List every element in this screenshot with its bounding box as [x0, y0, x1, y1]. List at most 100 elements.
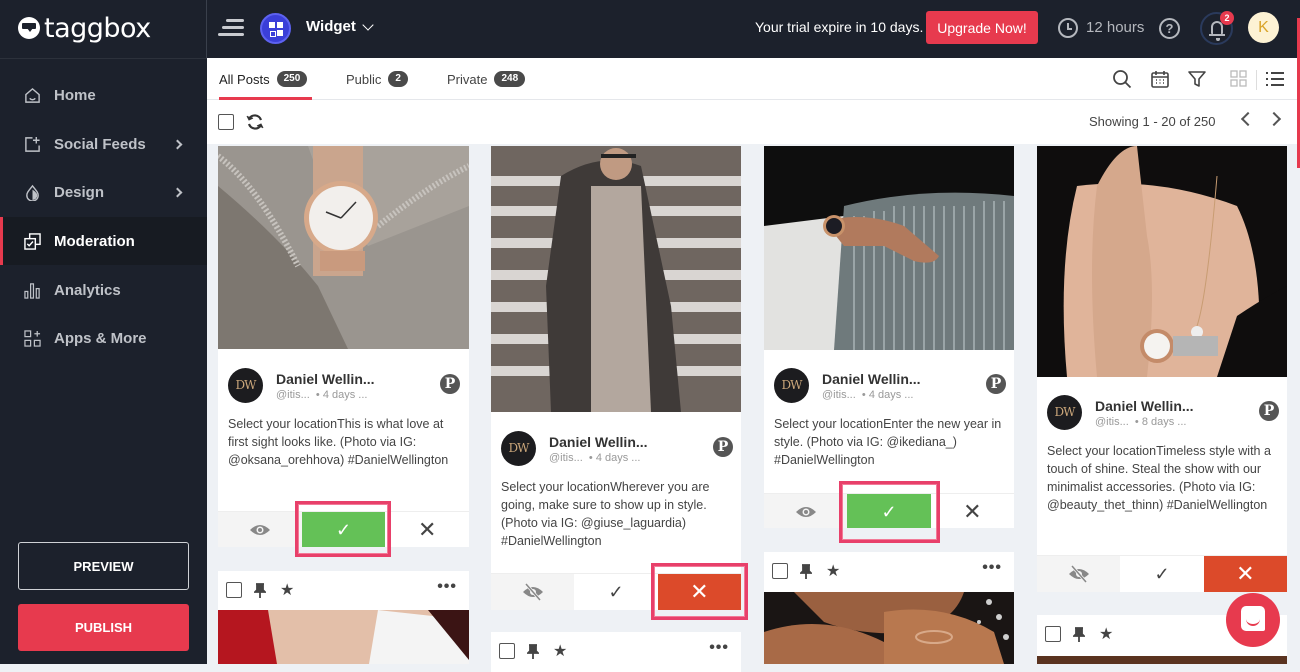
post-image[interactable] — [764, 592, 1014, 664]
notifications-button[interactable]: 2 — [1200, 11, 1234, 45]
sidebar-item-home[interactable]: Home — [0, 71, 207, 119]
sidebar-item-apps-more[interactable]: Apps & More — [0, 314, 207, 362]
chevron-right-icon — [172, 139, 183, 149]
post-image[interactable] — [491, 146, 741, 412]
sidebar-item-label: Analytics — [54, 281, 121, 299]
post-checkbox[interactable] — [499, 643, 515, 659]
star-icon[interactable]: ★ — [553, 641, 567, 661]
filter-icon[interactable] — [1187, 69, 1207, 89]
approve-button[interactable]: ✓ — [301, 512, 386, 547]
upgrade-button[interactable]: Upgrade Now! — [926, 11, 1038, 44]
pin-icon[interactable] — [798, 564, 814, 580]
author-avatar: DW — [774, 368, 809, 403]
reject-button[interactable]: ✕ — [385, 512, 469, 547]
more-options-icon[interactable]: ••• — [437, 578, 457, 596]
post-time: • 4 days ... — [588, 452, 641, 464]
author-handle: @itis... — [276, 389, 310, 401]
card-toolbar: ★ ••• — [218, 571, 469, 609]
user-avatar[interactable]: K — [1248, 12, 1279, 43]
post-card: DW Daniel Wellin... @itis... • 4 days ..… — [764, 146, 1014, 528]
bar-chart-icon — [24, 282, 40, 299]
post-image[interactable] — [218, 146, 469, 349]
post-time: • 8 days ... — [1134, 416, 1187, 428]
author-meta: @itis... • 8 days ... — [1095, 416, 1186, 428]
eye-off-icon — [1068, 565, 1089, 583]
grid-view-icon[interactable] — [1229, 69, 1249, 89]
taggbox-logo[interactable]: taggbox — [18, 12, 151, 44]
post-card: DW Daniel Wellin... @itis... • 4 days ..… — [218, 146, 469, 547]
sidebar-item-moderation[interactable]: Moderation — [0, 217, 207, 265]
view-button[interactable] — [764, 494, 848, 528]
post-text: Select your locationTimeless style with … — [1047, 444, 1271, 512]
publish-button[interactable]: PUBLISH — [18, 604, 189, 651]
author-name: Daniel Wellin... — [276, 371, 375, 387]
reject-button[interactable]: ✕ — [930, 494, 1014, 528]
calendar-icon[interactable] — [1150, 69, 1170, 89]
star-icon[interactable]: ★ — [280, 580, 294, 600]
star-icon[interactable]: ★ — [826, 561, 840, 581]
brand-name: taggbox — [44, 12, 151, 44]
help-icon[interactable]: ? — [1159, 18, 1180, 39]
reject-button[interactable]: ✕ — [657, 574, 741, 610]
pin-icon[interactable] — [252, 583, 268, 599]
tab-count: 2 — [388, 71, 408, 87]
star-icon[interactable]: ★ — [1099, 624, 1113, 644]
pinterest-icon: P — [440, 374, 460, 394]
sidebar-item-social-feeds[interactable]: Social Feeds — [0, 120, 207, 168]
close-icon: ✕ — [690, 579, 709, 604]
tab-private[interactable]: Private 248 — [447, 58, 526, 100]
topbar-divider — [206, 0, 207, 58]
pagination-info: Showing 1 - 20 of 250 — [1089, 114, 1216, 129]
author-handle: @itis... — [822, 389, 856, 401]
more-options-icon[interactable]: ••• — [709, 639, 729, 657]
sidebar-item-design[interactable]: Design — [0, 168, 207, 216]
moderation-actions: ✓ ✕ — [218, 511, 469, 547]
sidebar-item-label: Apps & More — [54, 329, 147, 347]
tab-all-posts[interactable]: All Posts 250 — [219, 58, 312, 100]
post-image[interactable] — [764, 146, 1014, 350]
tab-public[interactable]: Public 2 — [346, 58, 408, 100]
hidden-toggle-button[interactable] — [1037, 556, 1121, 592]
post-checkbox[interactable] — [772, 563, 788, 579]
pinterest-icon: P — [713, 437, 733, 457]
post-author: DW Daniel Wellin... @itis... • 4 days ..… — [228, 368, 468, 408]
post-tabs: All Posts 250 Public 2 Private 248 — [207, 58, 1297, 100]
add-feed-icon — [25, 136, 40, 152]
approve-button[interactable]: ✓ — [1120, 556, 1204, 592]
widget-selector[interactable]: Widget — [306, 18, 374, 35]
card-toolbar: ★ ••• — [491, 632, 741, 670]
pin-icon[interactable] — [1071, 627, 1087, 643]
taggbox-logo-icon — [18, 17, 40, 39]
preview-button[interactable]: PREVIEW — [18, 542, 189, 590]
view-button[interactable] — [218, 512, 302, 547]
approve-button[interactable]: ✓ — [574, 574, 658, 610]
author-meta: @itis... • 4 days ... — [822, 389, 913, 401]
author-avatar: DW — [501, 431, 536, 466]
post-checkbox[interactable] — [1045, 626, 1061, 642]
approve-button[interactable]: ✓ — [847, 494, 931, 528]
list-view-icon[interactable] — [1265, 69, 1285, 89]
select-all-checkbox[interactable] — [218, 114, 234, 130]
author-handle: @itis... — [1095, 416, 1129, 428]
reject-button[interactable]: ✕ — [1203, 556, 1287, 592]
post-checkbox[interactable] — [226, 582, 242, 598]
post-card: ★ ••• — [218, 571, 469, 664]
post-card: DW Daniel Wellin... @itis... • 4 days ..… — [491, 146, 741, 610]
refresh-icon[interactable] — [245, 112, 265, 132]
post-image[interactable] — [1037, 146, 1287, 377]
pin-icon[interactable] — [525, 644, 541, 660]
post-image[interactable] — [1037, 656, 1287, 664]
chat-button[interactable] — [1226, 593, 1280, 647]
hidden-toggle-button[interactable] — [491, 574, 575, 610]
menu-toggle-icon[interactable] — [218, 17, 246, 39]
post-author: DW Daniel Wellin... @itis... • 4 days ..… — [774, 368, 1014, 408]
search-icon[interactable] — [1112, 69, 1132, 89]
author-meta: @itis... • 4 days ... — [276, 389, 367, 401]
moderation-actions: ✓ ✕ — [764, 493, 1014, 528]
post-time: • 4 days ... — [315, 389, 368, 401]
post-text: Select your locationEnter the new year i… — [774, 417, 1002, 467]
more-options-icon[interactable]: ••• — [982, 559, 1002, 577]
sidebar-item-analytics[interactable]: Analytics — [0, 266, 207, 314]
chat-icon — [1241, 606, 1265, 631]
post-image[interactable] — [218, 610, 469, 664]
